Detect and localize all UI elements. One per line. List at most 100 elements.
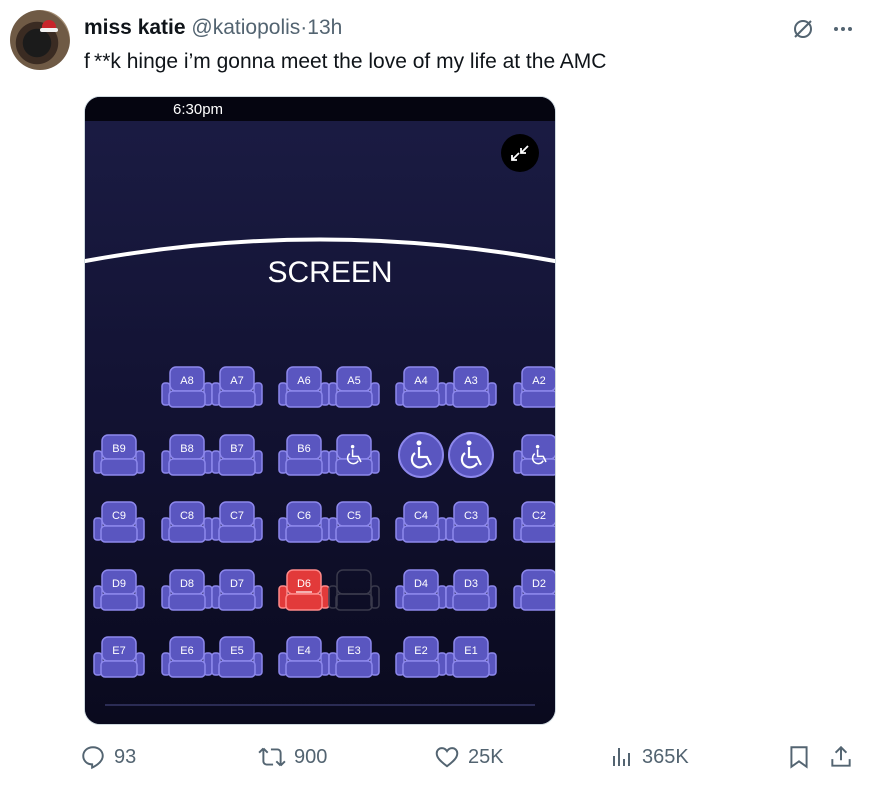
tweet-time[interactable]: 13h (307, 16, 342, 39)
seat-cushion (168, 660, 206, 678)
wheelchair-seat-circle (398, 432, 444, 478)
tweet-text: f **k hinge i’m gonna meet the love of m… (84, 50, 607, 73)
seat-c5[interactable]: C5 (328, 501, 380, 543)
seat-cushion (402, 660, 440, 678)
seat-e3[interactable]: E3 (328, 636, 380, 678)
share-button[interactable] (828, 742, 854, 772)
views-button[interactable]: 365K (610, 742, 689, 772)
seat-map: 6:30pm SCREEN A8 A7 A6 A5 A4 A3 A2 B9 B8 B7 B6 C9 C8… (85, 97, 555, 724)
repost-button[interactable]: 900 (258, 742, 327, 772)
status-bar (85, 97, 555, 121)
seat-cushion (218, 390, 256, 408)
seat-cushion (285, 593, 323, 611)
seat-label: B6 (297, 443, 310, 455)
seat-e4[interactable]: E4 (278, 636, 330, 678)
seat-a6[interactable]: A6 (278, 366, 330, 408)
seat-d6[interactable]: D6 (278, 569, 330, 611)
seat-b7[interactable]: B7 (211, 434, 263, 476)
tweet-action-bar: 93 900 25K 365K (80, 742, 860, 772)
seat-cushion (520, 390, 555, 408)
santa-hat-decoration (40, 20, 58, 32)
view-count: 365K (642, 746, 689, 768)
reply-button[interactable]: 93 (80, 742, 136, 772)
seat-cushion (285, 525, 323, 543)
seat-label: A3 (464, 375, 477, 387)
seat-cushion (452, 390, 490, 408)
more-icon[interactable] (830, 16, 856, 42)
seat-cushion (218, 525, 256, 543)
user-handle[interactable]: @katiopolis (191, 16, 300, 39)
seat-b9[interactable]: B9 (93, 434, 145, 476)
grok-icon[interactable] (790, 16, 816, 42)
seat-cushion (285, 458, 323, 476)
seat-c4[interactable]: C4 (395, 501, 447, 543)
seat-a8[interactable]: A8 (161, 366, 213, 408)
seat-e5[interactable]: E5 (211, 636, 263, 678)
seat-a4[interactable]: A4 (395, 366, 447, 408)
seat-cushion (168, 593, 206, 611)
like-button[interactable]: 25K (434, 742, 504, 772)
seat-e6[interactable]: E6 (161, 636, 213, 678)
seat-c7[interactable]: C7 (211, 501, 263, 543)
seat-label: E6 (180, 645, 193, 657)
seat-label: D4 (414, 578, 428, 590)
wheelchair-seat[interactable] (398, 432, 444, 478)
seat-cushion (335, 525, 373, 543)
seat-c3[interactable]: C3 (445, 501, 497, 543)
share-icon (831, 745, 851, 767)
seat-label: A7 (230, 375, 243, 387)
seat-b6[interactable]: B6 (278, 434, 330, 476)
seat-cushion (285, 660, 323, 678)
seat-d8[interactable]: D8 (161, 569, 213, 611)
seat-e1[interactable]: E1 (445, 636, 497, 678)
wheelchair-seat[interactable] (448, 432, 494, 478)
seat-cushion (452, 660, 490, 678)
seat-a3[interactable]: A3 (445, 366, 497, 408)
seat-e7[interactable]: E7 (93, 636, 145, 678)
seat-label: E7 (112, 645, 125, 657)
wheelchair-seat-circle (448, 432, 494, 478)
seat-d4[interactable]: D4 (395, 569, 447, 611)
seat-label: E2 (414, 645, 427, 657)
seat-label: C5 (347, 510, 361, 522)
seat-cushion (100, 458, 138, 476)
seat-cushion (168, 390, 206, 408)
seat-label: C2 (532, 510, 546, 522)
seat-label: E5 (230, 645, 243, 657)
seat-label: C3 (464, 510, 478, 522)
seat-d7[interactable]: D7 (211, 569, 263, 611)
seat-label: C6 (297, 510, 311, 522)
seat-label: C4 (414, 510, 428, 522)
seat-cushion (335, 390, 373, 408)
seat-d9[interactable]: D9 (93, 569, 145, 611)
seat-label: D6 (297, 578, 311, 590)
seat-cushion (452, 593, 490, 611)
seat-cushion (335, 458, 373, 476)
display-name[interactable]: miss katie (84, 16, 186, 39)
seat-label: B7 (230, 443, 243, 455)
status-time: 6:30pm (173, 101, 223, 118)
seat-a7[interactable]: A7 (211, 366, 263, 408)
seat-label: A2 (532, 375, 545, 387)
seat-c8[interactable]: C8 (161, 501, 213, 543)
seat-cushion (285, 390, 323, 408)
seat-e2[interactable]: E2 (395, 636, 447, 678)
seat-cushion (218, 458, 256, 476)
seat-label: C8 (180, 510, 194, 522)
bookmark-button[interactable] (786, 742, 812, 772)
seat-c6[interactable]: C6 (278, 501, 330, 543)
seat-c9[interactable]: C9 (93, 501, 145, 543)
seat-cushion (402, 593, 440, 611)
wheelchair-seat[interactable] (328, 434, 380, 476)
views-icon (613, 748, 630, 766)
minimize-icon[interactable] (501, 134, 539, 172)
avatar[interactable] (10, 10, 70, 70)
seat-b8[interactable]: B8 (161, 434, 213, 476)
seat-label: C7 (230, 510, 244, 522)
like-count: 25K (468, 746, 504, 768)
seat-label: E1 (464, 645, 477, 657)
seat-a5[interactable]: A5 (328, 366, 380, 408)
seat-label: E4 (297, 645, 310, 657)
tweet-media[interactable]: 6:30pm SCREEN A8 A7 A6 A5 A4 A3 A2 B9 B8 B7 B6 C9 C8… (84, 96, 556, 725)
seat-d3[interactable]: D3 (445, 569, 497, 611)
